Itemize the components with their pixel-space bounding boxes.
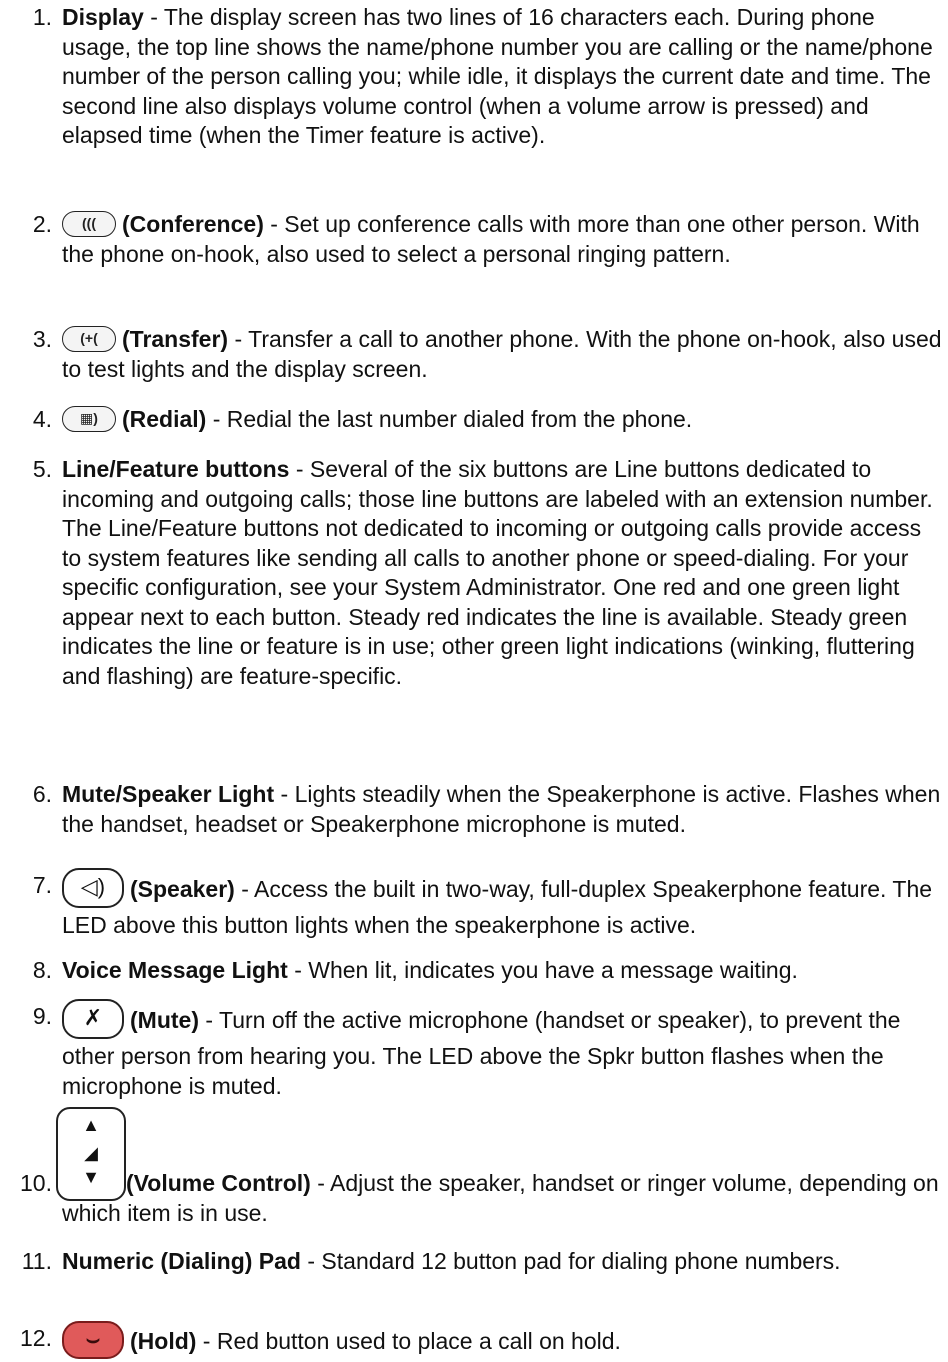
item-number: 10.	[20, 1170, 52, 1196]
item-lead: (Volume Control)	[126, 1170, 311, 1196]
item-lead: (Redial)	[122, 406, 207, 432]
item-lead: (Transfer)	[122, 326, 229, 352]
item-body: Line/Feature buttons - Several of the si…	[62, 455, 944, 691]
item-number: 3.	[32, 326, 52, 352]
item-body: Display - The display screen has two lin…	[62, 3, 944, 151]
item-text: - Standard 12 button pad for dialing pho…	[300, 1248, 841, 1274]
item-number: 11.	[21, 1248, 52, 1274]
item-lead: (Mute)	[130, 1007, 199, 1034]
item-lead: (Hold)	[130, 1328, 197, 1355]
item-lead: Display	[62, 4, 144, 30]
item-body: ◁) (Speaker) - Access the built in two-wa…	[62, 868, 944, 941]
hold-icon: ⌣	[62, 1321, 124, 1359]
volume-level-icon: ◢	[84, 1143, 98, 1163]
item-number: 1.	[32, 4, 52, 30]
item-lead: (Conference)	[122, 211, 264, 237]
item-body: (Volume Control) - Adjust the speaker, h…	[62, 1169, 944, 1228]
item-text: - Several of the six buttons are Line bu…	[62, 456, 933, 689]
item-text: - The display screen has two lines of 16…	[62, 4, 933, 148]
item-lead: Numeric (Dialing) Pad	[62, 1248, 301, 1274]
transfer-icon: (+(	[62, 325, 116, 352]
item-number: 9.	[32, 1003, 52, 1029]
item-lead: (Speaker)	[130, 876, 235, 903]
item-lead: Line/Feature buttons	[62, 456, 290, 482]
item-number: 6.	[32, 781, 52, 807]
item-body: ✗ (Mute) - Turn off the active microphone…	[62, 999, 944, 1101]
item-body: (+((Transfer) - Transfer a call to anoth…	[62, 325, 944, 384]
list-item: ▲ ◢ ▼ 10. (Volume Control) - Adjust the …	[0, 1107, 948, 1237]
item-text: - Redial the last number dialed from the…	[206, 406, 693, 432]
item-number: 8.	[32, 957, 52, 983]
item-number: 12.	[20, 1325, 52, 1351]
item-text: - When lit, indicates you have a message…	[287, 957, 798, 983]
item-text: - Red button used to place a call on hol…	[196, 1328, 621, 1355]
item-body: Numeric (Dialing) Pad - Standard 12 butt…	[62, 1247, 944, 1277]
item-number: 5.	[32, 456, 52, 482]
redial-icon: ▦)	[62, 405, 116, 432]
item-body: Voice Message Light - When lit, indicate…	[62, 956, 944, 986]
item-body: ▦) (Redial) - Redial the last number dial…	[62, 405, 944, 435]
mute-icon: ✗	[62, 999, 124, 1039]
item-number: 7.	[32, 872, 52, 898]
speaker-icon: ◁)	[62, 868, 124, 908]
conference-icon: (((	[62, 210, 116, 237]
item-body: ((((Conference) - Set up conference call…	[62, 210, 944, 269]
item-number: 4.	[32, 406, 52, 432]
item-lead: Mute/Speaker Light	[62, 781, 275, 807]
item-number: 2.	[32, 211, 52, 237]
volume-up-arrow-icon: ▲	[82, 1115, 100, 1135]
item-body: ⌣ (Hold) - Red button used to place a cal…	[62, 1321, 944, 1362]
item-body: Mute/Speaker Light - Lights steadily whe…	[62, 780, 944, 839]
item-lead: Voice Message Light	[62, 957, 288, 983]
